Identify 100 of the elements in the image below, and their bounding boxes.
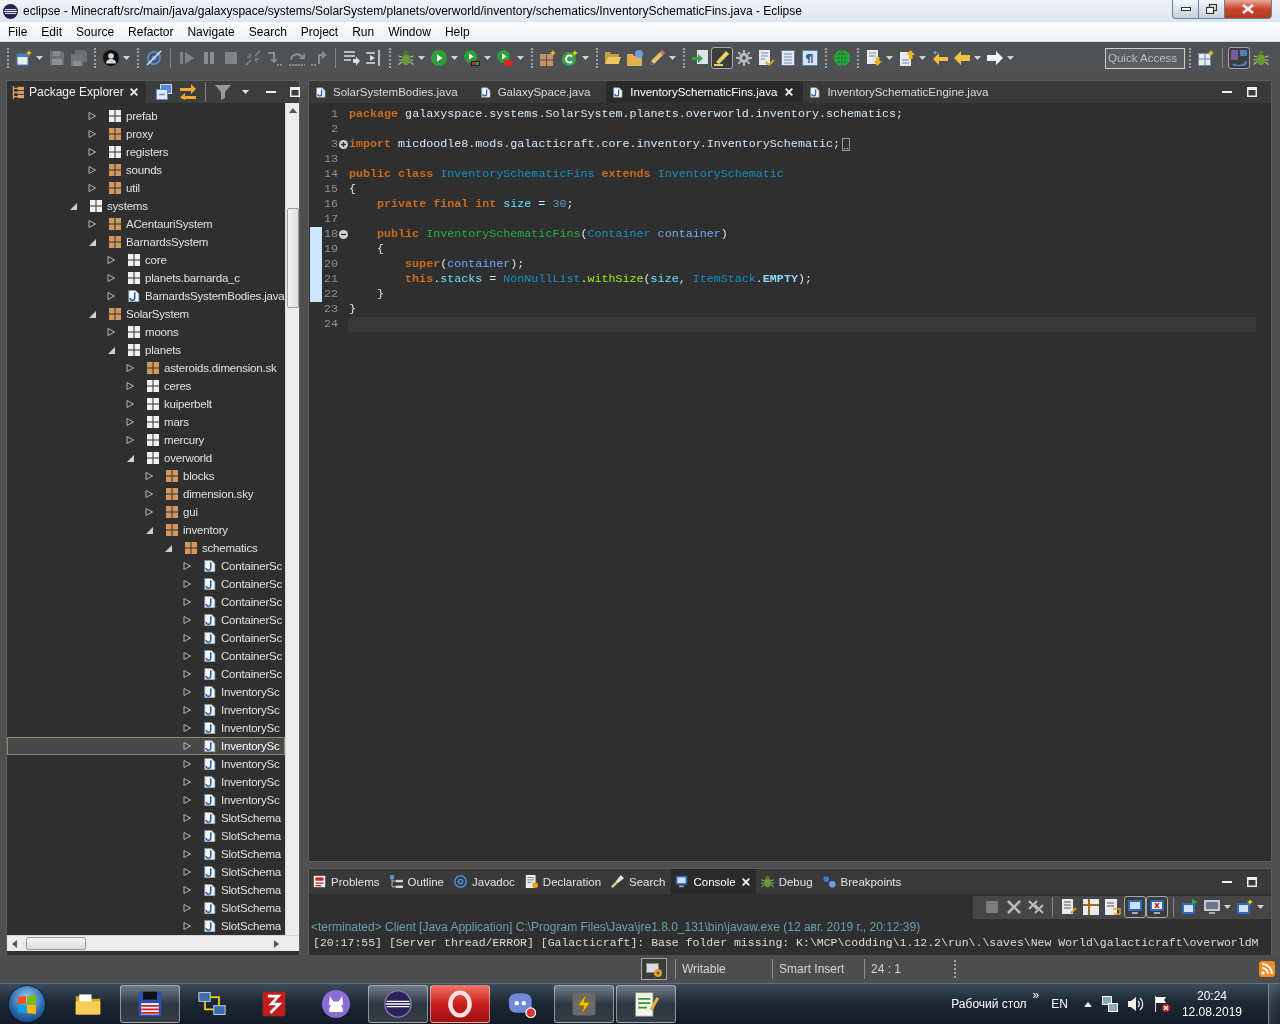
maximize-icon[interactable] — [1247, 87, 1257, 97]
disclosure-triangle-icon[interactable] — [183, 796, 191, 804]
minimize-button[interactable] — [1172, 0, 1199, 19]
editor-tab[interactable]: GalaxySpace.java — [473, 81, 607, 103]
disclosure-triangle-icon[interactable] — [183, 706, 191, 714]
tree-item[interactable]: ContainerSc — [7, 575, 285, 593]
fold-toggle-icon[interactable] — [338, 140, 348, 149]
disclosure-triangle-icon[interactable] — [88, 238, 96, 246]
taskbar-button[interactable] — [368, 985, 428, 1023]
tree-item[interactable]: planets — [7, 341, 285, 359]
play-toolbox-icon[interactable] — [497, 50, 513, 66]
new-window-grid-icon[interactable] — [1198, 50, 1214, 66]
maximize-icon[interactable] — [289, 87, 300, 97]
tree-item[interactable]: BarnardsSystem — [7, 233, 285, 251]
tree-item[interactable]: SlotSchema — [7, 917, 285, 935]
bug-icon[interactable] — [398, 50, 414, 66]
flag-cross-icon[interactable] — [1153, 996, 1170, 1012]
disclosure-triangle-icon[interactable] — [145, 472, 153, 480]
new-grid-icon[interactable] — [540, 50, 556, 66]
tree-item[interactable]: util — [7, 179, 285, 197]
close-button[interactable] — [1224, 0, 1272, 19]
editor-tab[interactable]: InventorySchematicFins.java — [606, 81, 804, 103]
network-computers-icon[interactable] — [198, 990, 226, 1018]
vertical-scrollbar[interactable] — [285, 103, 299, 935]
disclosure-triangle-icon[interactable] — [69, 202, 77, 210]
view-tab[interactable]: Javadoc — [450, 869, 520, 894]
disclosure-triangle-icon[interactable] — [183, 922, 191, 930]
minimize-icon[interactable] — [1222, 880, 1232, 883]
caret-icon[interactable] — [1007, 56, 1014, 60]
folder-dot-icon[interactable] — [627, 50, 643, 66]
view-tab[interactable]: Console — [671, 869, 756, 894]
gear-icon[interactable] — [736, 50, 752, 66]
tree-item[interactable]: SlotSchema — [7, 863, 285, 881]
arrows-bar-icon[interactable] — [366, 50, 382, 66]
tree-item[interactable]: ceres — [7, 377, 285, 395]
disclosure-triangle-icon[interactable] — [107, 256, 115, 264]
view-tab[interactable]: Problems — [309, 869, 385, 894]
tree-item[interactable]: ContainerSc — [7, 593, 285, 611]
scrollbar-thumb[interactable] — [286, 208, 299, 308]
disclosure-triangle-icon[interactable] — [88, 310, 96, 318]
menu-item[interactable]: Window — [381, 24, 438, 39]
tree-item[interactable]: kuiperbelt — [7, 395, 285, 413]
caret-icon[interactable] — [1257, 905, 1264, 909]
editor-tab[interactable]: SolarSystemBodies.java — [309, 81, 474, 103]
clock-date[interactable]: 12.08.2019 — [1181, 1004, 1242, 1020]
tree-item[interactable]: dimension.sky — [7, 485, 285, 503]
left-arrow-icon[interactable] — [954, 50, 970, 66]
overflow-chevron[interactable]: » — [1032, 988, 1040, 1002]
show-desktop-button[interactable] — [1268, 984, 1280, 1024]
tree-item[interactable]: mars — [7, 413, 285, 431]
taskbar-button[interactable] — [430, 985, 490, 1023]
disclosure-triangle-icon[interactable] — [107, 346, 115, 354]
filter-icon[interactable] — [214, 84, 231, 100]
tree-item[interactable]: proxy — [7, 125, 285, 143]
disclosure-triangle-icon[interactable] — [88, 166, 96, 174]
tree-item[interactable]: ContainerSc — [7, 629, 285, 647]
disclosure-triangle-icon[interactable] — [183, 634, 191, 642]
globe-icon[interactable] — [834, 50, 850, 66]
disclosure-triangle-icon[interactable] — [183, 616, 191, 624]
menu-item[interactable]: Navigate — [180, 24, 242, 39]
caret-icon[interactable] — [36, 56, 43, 60]
disclosure-triangle-icon[interactable] — [183, 688, 191, 696]
tree-item[interactable]: InventorySc — [7, 755, 285, 773]
caret-icon[interactable] — [517, 56, 524, 60]
new-monitor-icon[interactable] — [1237, 899, 1253, 915]
maximize-button[interactable] — [1198, 0, 1225, 19]
caret-icon[interactable] — [1224, 905, 1231, 909]
tree-item[interactable]: SlotSchema — [7, 809, 285, 827]
tree-item[interactable]: core — [7, 251, 285, 269]
play-badge-icon[interactable] — [464, 50, 480, 66]
disclosure-triangle-icon[interactable] — [88, 220, 96, 228]
disclosure-triangle-icon[interactable] — [183, 886, 191, 894]
caret-icon[interactable] — [582, 56, 589, 60]
disclosure-triangle-icon[interactable] — [145, 526, 153, 534]
disclosure-triangle-icon[interactable] — [183, 850, 191, 858]
view-tab[interactable]: Debug — [756, 869, 818, 894]
fold-toggle-icon[interactable] — [338, 230, 348, 239]
close-icon[interactable] — [740, 876, 751, 887]
tree-item[interactable]: ContainerSc — [7, 647, 285, 665]
left-arrow-icon[interactable] — [12, 939, 17, 948]
disclosure-triangle-icon[interactable] — [126, 454, 134, 462]
tree-item[interactable]: InventorySc — [7, 719, 285, 737]
tree-item[interactable]: InventorySc — [7, 683, 285, 701]
disclosure-triangle-icon[interactable] — [88, 148, 96, 156]
feed-icon[interactable] — [1259, 961, 1275, 977]
network-icon[interactable] — [1101, 996, 1118, 1012]
tree-item[interactable]: InventorySc — [7, 701, 285, 719]
new-window-icon[interactable] — [16, 50, 32, 66]
disclosure-triangle-icon[interactable] — [183, 904, 191, 912]
disclosure-triangle-icon[interactable] — [107, 274, 115, 282]
toolbar-label[interactable]: Рабочий стол — [951, 997, 1027, 1011]
disclosure-triangle-icon[interactable] — [126, 364, 134, 372]
tree-item[interactable]: InventorySc — [7, 791, 285, 809]
tree-item[interactable]: mercury — [7, 431, 285, 449]
language-indicator[interactable]: EN — [1051, 997, 1068, 1011]
menu-item[interactable]: Search — [241, 24, 294, 39]
page-grid-icon[interactable] — [1083, 899, 1099, 915]
tree-item[interactable]: overworld — [7, 449, 285, 467]
caret-icon[interactable] — [919, 56, 926, 60]
cross-icon[interactable] — [1006, 899, 1022, 915]
